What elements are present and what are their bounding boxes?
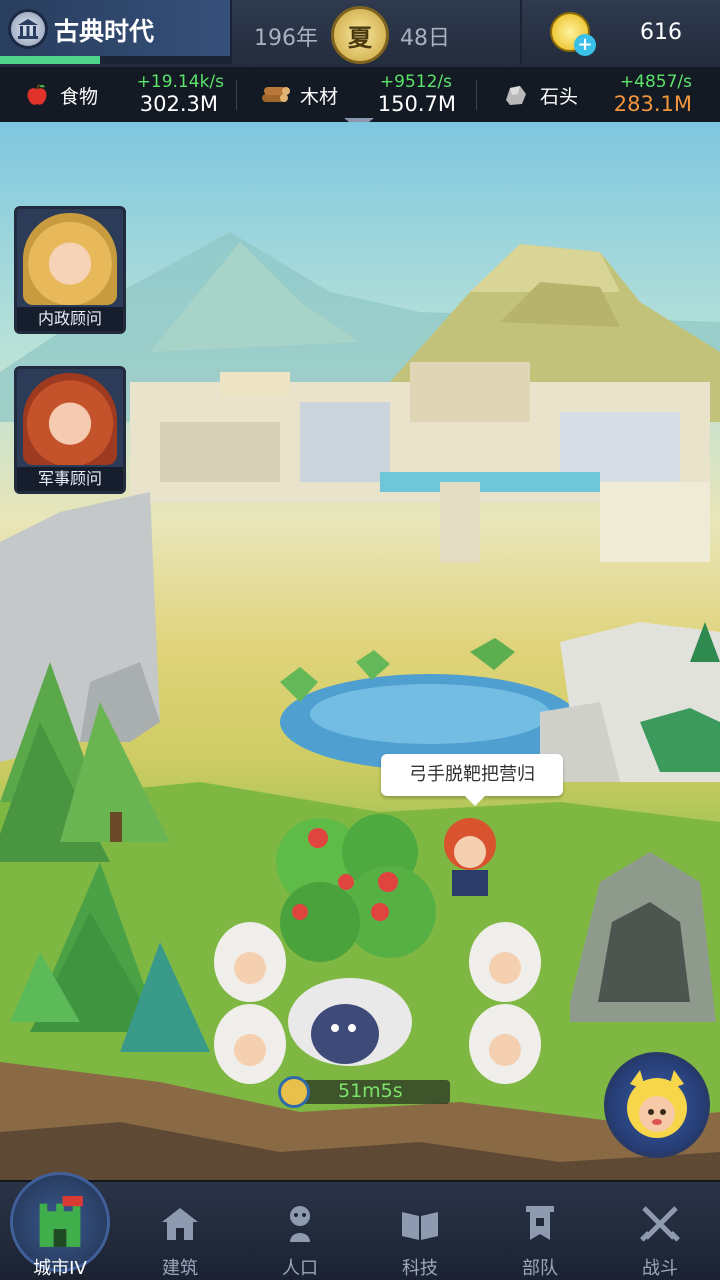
apple-icon: [27, 83, 47, 105]
nav-city[interactable]: 城市IV: [0, 1172, 120, 1280]
banner-icon: [526, 1206, 554, 1240]
era-progress-bar: [0, 56, 232, 64]
nav-label: 城市IV: [33, 1258, 87, 1279]
nav-label: 战斗: [642, 1258, 678, 1279]
nav-technology[interactable]: 科技: [360, 1182, 480, 1280]
stone-icon: [506, 86, 526, 105]
hero-avatar-button[interactable]: [604, 1052, 710, 1158]
top-bar: 古典时代 196年 夏 48日 + 616: [0, 0, 720, 68]
resource-rate: +4857/s: [619, 72, 692, 92]
city-scene[interactable]: 内政顾问 军事顾问: [0, 122, 720, 1180]
resource-name: 木材: [300, 86, 339, 108]
resource-rate: +9512/s: [379, 72, 452, 92]
nav-population[interactable]: 人口: [240, 1182, 360, 1280]
resource-amount: 150.7M: [377, 92, 456, 116]
advisor-label: 军事顾问: [17, 467, 123, 491]
nav-label: 人口: [282, 1258, 318, 1279]
military-advisor-portrait: [23, 373, 117, 465]
house-icon: [162, 1208, 198, 1240]
gold-value: 616: [640, 20, 682, 45]
nav-label: 部队: [522, 1258, 558, 1279]
resource-bar: 食物 +19.14k/s 302.3M 木材 +9512/s 150.7M 石头…: [0, 68, 720, 122]
era-progress-fill: [0, 56, 100, 64]
person-icon: [290, 1206, 310, 1242]
divider: [236, 80, 237, 110]
era-title: 古典时代: [54, 17, 155, 46]
event-speech-bubble[interactable]: 弓手脱靶把营归: [381, 754, 563, 806]
nav-label: 建筑: [162, 1258, 198, 1279]
advisor-label: 内政顾问: [17, 307, 123, 331]
resource-name: 石头: [540, 86, 579, 108]
resource-stone[interactable]: 石头 +4857/s 283.1M: [502, 68, 702, 122]
resource-amount: 302.3M: [139, 92, 218, 116]
nav-buildings[interactable]: 建筑: [120, 1182, 240, 1280]
domestic-advisor-button[interactable]: 内政顾问: [14, 206, 126, 334]
gold-panel[interactable]: + 616: [520, 0, 720, 64]
add-gold-icon[interactable]: +: [574, 34, 596, 56]
resource-wood[interactable]: 木材 +9512/s 150.7M: [260, 68, 460, 122]
nav-label: 科技: [402, 1258, 438, 1279]
domestic-advisor-portrait: [23, 213, 117, 305]
resource-food[interactable]: 食物 +19.14k/s 302.3M: [24, 68, 224, 122]
hero-portrait-icon: [627, 1070, 687, 1138]
era-panel[interactable]: 古典时代: [0, 0, 232, 64]
book-icon: [402, 1212, 438, 1240]
year-label: 196年: [254, 26, 318, 51]
clock-icon: [278, 1076, 310, 1108]
divider: [476, 80, 477, 110]
day-label: 48日: [400, 26, 450, 51]
castle-icon: [39, 1196, 83, 1247]
resource-rate: +19.14k/s: [136, 72, 224, 92]
season-badge[interactable]: 夏: [331, 6, 389, 64]
logs-icon: [262, 87, 290, 102]
resource-amount: 283.1M: [613, 92, 692, 116]
timer-text: 51m5s: [338, 1080, 403, 1102]
nav-battle[interactable]: 战斗: [600, 1182, 720, 1280]
nav-troops[interactable]: 部队: [480, 1182, 600, 1280]
resource-name: 食物: [60, 86, 99, 108]
crossed-swords-icon: [640, 1206, 680, 1242]
military-advisor-button[interactable]: 军事顾问: [14, 366, 126, 494]
bottom-navigation: 城市IV 建筑 人口 科技 部队 战斗: [0, 1172, 720, 1280]
temple-icon: [8, 9, 48, 49]
